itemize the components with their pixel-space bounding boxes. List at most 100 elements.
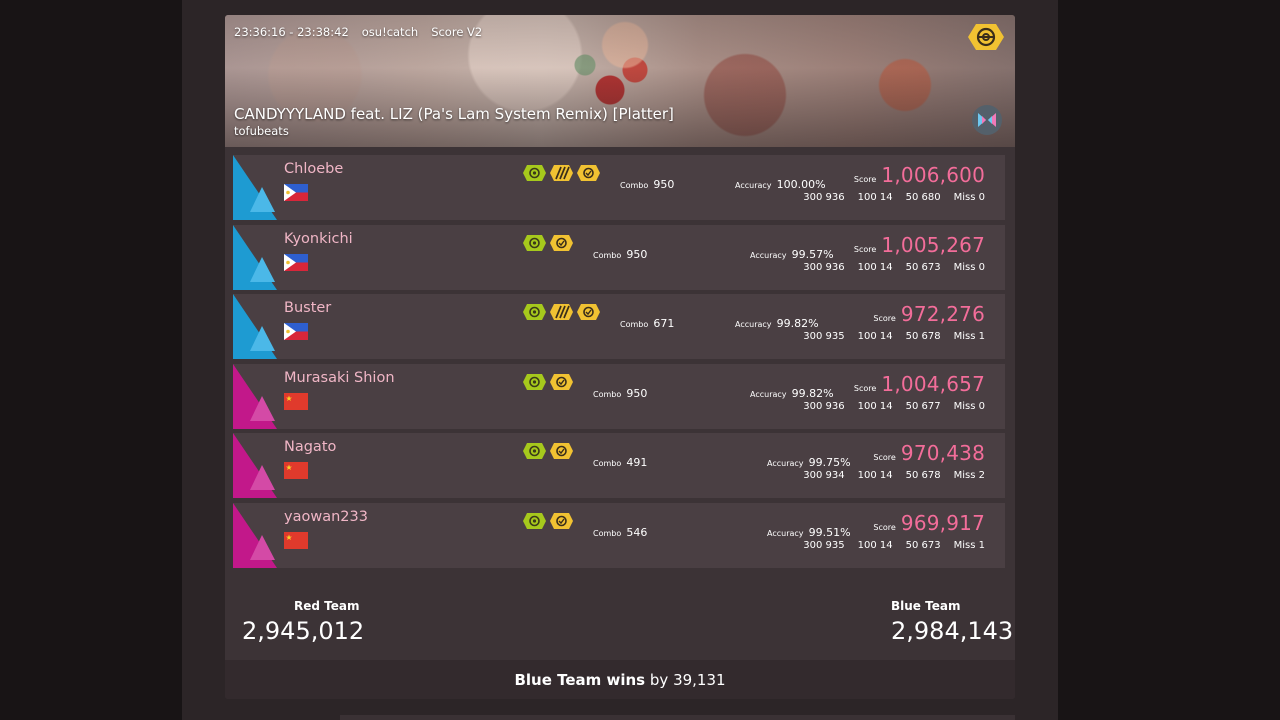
mod-list [522, 442, 574, 464]
winner-text: Blue Team wins [514, 670, 646, 689]
blue-team-score: 2,984,143 [891, 617, 1014, 645]
red-team-score: 2,945,012 [242, 617, 365, 645]
hit-counts: 300 935 100 14 50 678 Miss 1 [803, 331, 985, 342]
scoring-type: Score V2 [431, 25, 483, 39]
country-flag-icon [284, 392, 308, 410]
combo-stat: Combo 950 [620, 173, 674, 192]
score-value: 1,004,657 [881, 371, 985, 396]
nightcore-mod-icon [549, 234, 574, 256]
accuracy-stat: Accuracy 100.00% [735, 173, 826, 192]
nightcore-mod-icon [576, 164, 601, 186]
combo-value: 546 [626, 525, 648, 539]
accuracy-value: 99.82% [776, 317, 819, 331]
hit-100: 100 14 [857, 539, 893, 551]
country-flag-icon [284, 531, 308, 549]
player-name[interactable]: Chloebe [284, 161, 343, 177]
score-stat: Score 969,917 [873, 511, 985, 535]
player-name[interactable]: Buster [284, 300, 331, 316]
hit-counts: 300 936 100 14 50 673 Miss 0 [803, 262, 985, 273]
score-stat: Score 1,006,600 [854, 163, 985, 187]
score-label: Score [853, 244, 877, 254]
nightcore-mod-icon [549, 373, 574, 395]
score-stat: Score 1,004,657 [854, 372, 985, 396]
beatmap-title: CANDYYYLAND feat. LIZ (Pa's Lam System R… [234, 105, 674, 123]
player-name[interactable]: Kyonkichi [284, 231, 353, 247]
nightcore-mod-icon [576, 303, 601, 325]
bowtie-ruleset-icon [972, 105, 1002, 135]
accuracy-label: Accuracy [735, 320, 772, 330]
accuracy-value: 100.00% [776, 178, 826, 191]
hit-50: 50 678 [905, 470, 941, 482]
score-value: 972,276 [900, 302, 985, 327]
miss-count: Miss 0 [953, 192, 985, 203]
accuracy-stat: Accuracy 99.82% [735, 312, 819, 331]
player-name[interactable]: Nagato [284, 439, 336, 455]
accuracy-label: Accuracy [750, 389, 787, 399]
accuracy-value: 99.51% [808, 525, 851, 539]
hidden-mod-icon [522, 373, 547, 395]
hit-300: 300 935 [803, 539, 845, 551]
combo-stat: Combo 950 [593, 382, 647, 401]
hit-300: 300 936 [803, 261, 845, 273]
blue-team-label: Blue Team [891, 599, 961, 613]
combo-value: 950 [626, 386, 648, 400]
player-name[interactable]: yaowan233 [284, 509, 368, 525]
bottom-strip [340, 715, 1015, 720]
hit-100: 100 14 [857, 192, 893, 203]
margin-prefix: by [649, 670, 669, 689]
hit-counts: 300 936 100 14 50 677 Miss 0 [803, 401, 985, 412]
hit-300: 300 935 [803, 331, 845, 343]
combo-value: 950 [653, 178, 675, 191]
table-row: Nagato Combo 491 Accuracy 99.75% Score 970,… [233, 433, 1005, 499]
score-label: Score [853, 383, 877, 393]
game-mode: osu!catch [361, 25, 419, 39]
score-label: Score [873, 314, 896, 324]
score-label: Score [873, 453, 896, 463]
country-flag-icon [284, 323, 308, 341]
score-stat: Score 970,438 [873, 441, 985, 465]
hard-rock-mod-icon [549, 303, 574, 325]
score-label: Score [873, 522, 896, 532]
hit-300: 300 936 [803, 400, 845, 412]
combo-label: Combo [593, 459, 622, 469]
combo-stat: Combo 491 [593, 451, 647, 470]
hidden-mod-icon [522, 512, 547, 534]
hit-100: 100 14 [857, 331, 893, 343]
hit-300: 300 934 [803, 470, 845, 482]
hidden-mod-icon [522, 234, 547, 256]
match-meta: 23:36:16 - 23:38:42 osu!catch Score V2 [234, 25, 482, 39]
hidden-mod-icon [522, 303, 547, 325]
accuracy-label: Accuracy [767, 528, 804, 538]
red-team-label: Red Team [294, 599, 360, 613]
hit-100: 100 14 [857, 470, 893, 482]
hit-counts: 300 935 100 14 50 673 Miss 1 [803, 540, 985, 551]
hit-100: 100 14 [857, 400, 893, 412]
mod-list [522, 512, 574, 534]
table-row: Buster Combo 671 Accuracy 99.82% Score 972,… [233, 294, 1005, 360]
miss-count: Miss 1 [953, 539, 985, 551]
osu-catch-mode-icon [968, 24, 1004, 50]
score-label: Score [853, 175, 877, 184]
miss-count: Miss 2 [953, 470, 985, 482]
match-result-card: 23:36:16 - 23:38:42 osu!catch Score V2 C… [225, 15, 1015, 699]
hidden-mod-icon [522, 164, 547, 186]
beatmap-header: 23:36:16 - 23:38:42 osu!catch Score V2 C… [225, 15, 1015, 147]
accuracy-stat: Accuracy 99.82% [750, 382, 834, 401]
country-flag-icon [284, 184, 308, 201]
match-time: 23:36:16 - 23:38:42 [234, 25, 349, 39]
combo-value: 950 [626, 247, 648, 261]
combo-label: Combo [593, 528, 622, 538]
miss-count: Miss 1 [953, 331, 985, 343]
hit-50: 50 673 [905, 261, 941, 273]
hard-rock-mod-icon [549, 164, 574, 186]
score-stat: Score 972,276 [873, 302, 985, 326]
beatmap-artist: tofubeats [234, 124, 289, 138]
score-value: 969,917 [900, 510, 985, 535]
player-score-list: Chloebe Combo 950 Accuracy 100.00% Score 1,… [233, 155, 1005, 573]
mod-list [522, 234, 574, 256]
hit-100: 100 14 [857, 261, 893, 273]
accuracy-label: Accuracy [750, 250, 787, 260]
combo-value: 671 [653, 317, 675, 331]
player-name[interactable]: Murasaki Shion [284, 370, 395, 386]
table-row: yaowan233 Combo 546 Accuracy 99.51% Score 9… [233, 502, 1005, 568]
